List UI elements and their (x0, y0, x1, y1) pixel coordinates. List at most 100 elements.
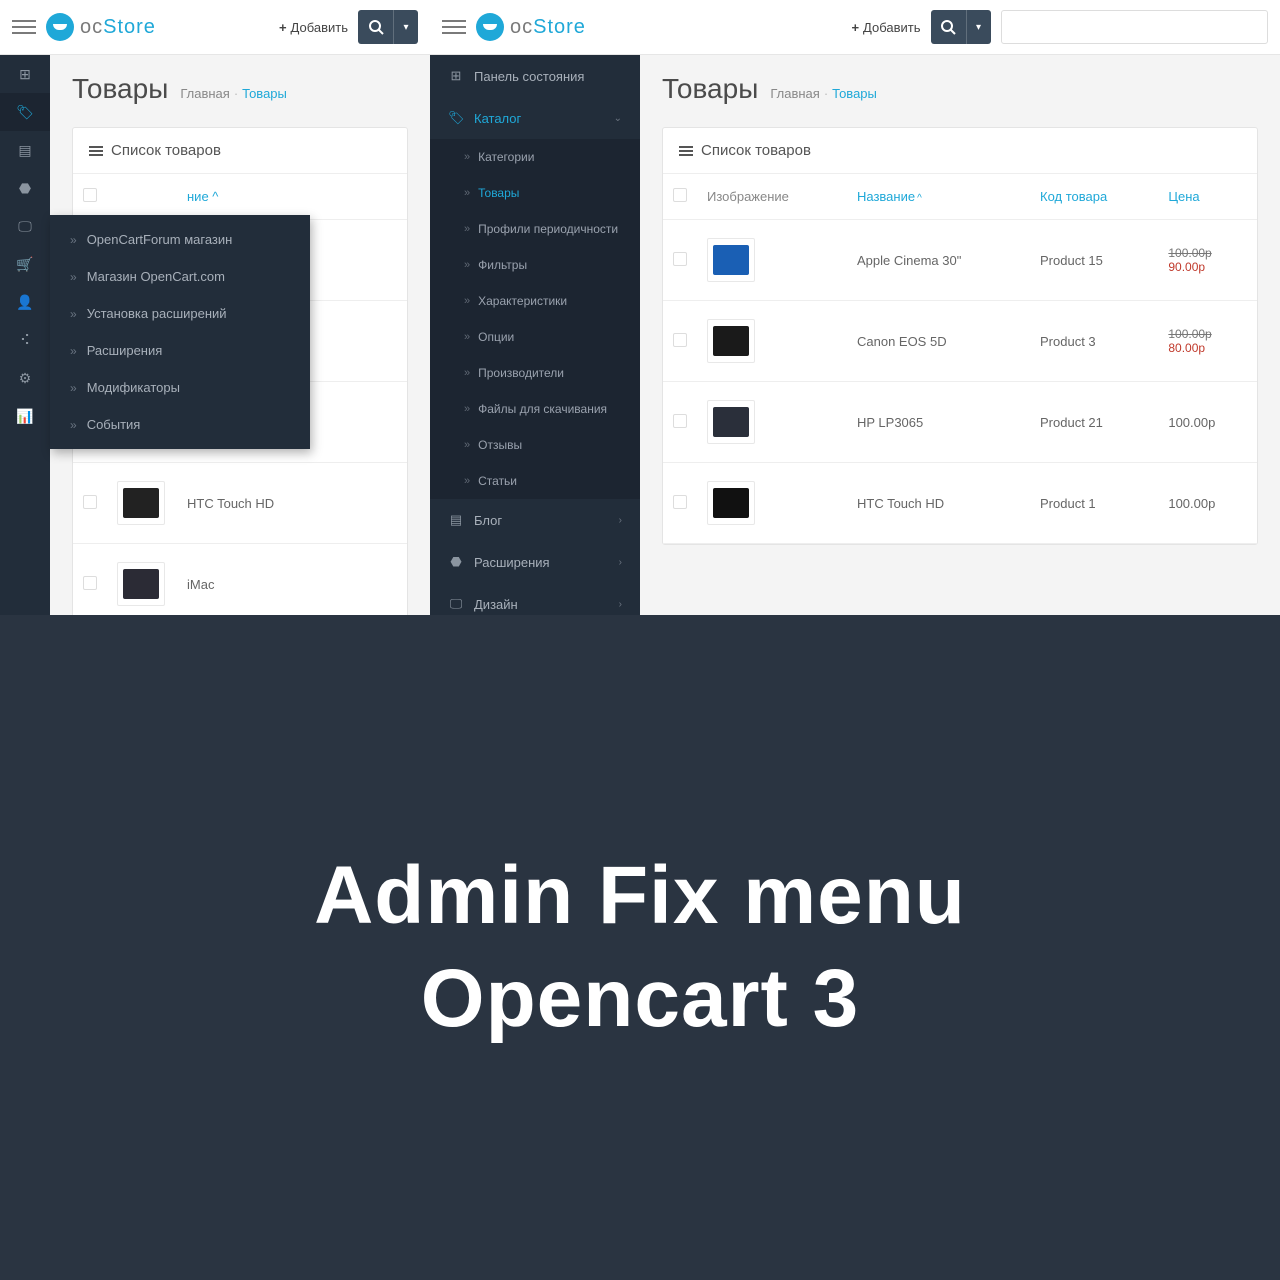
product-model: Product 21 (1030, 382, 1158, 463)
page-title: Товары (662, 73, 758, 105)
topbar-right: ocStore +Добавить ▾ (430, 0, 1280, 55)
checkbox[interactable] (83, 576, 97, 590)
product-price: 100.00р (1158, 382, 1257, 463)
col-model[interactable]: Код товара (1030, 174, 1158, 220)
flyout-item[interactable]: OpenCartForum магазин (50, 221, 310, 258)
table-row: iMac (73, 544, 407, 616)
banner-title: Admin Fix menuOpencart 3 (314, 845, 966, 1050)
crumb-current[interactable]: Товары (832, 86, 877, 101)
table-row: HP LP3065 Product 21 100.00р (663, 382, 1257, 463)
nav-reports-icon[interactable]: 📊 (0, 397, 50, 435)
nav-dashboard[interactable]: ⊞Панель состояния (430, 55, 640, 97)
search-input[interactable] (1001, 10, 1269, 44)
list-title: Список товаров (701, 142, 811, 159)
nav-design[interactable]: 🖵Дизайн› (430, 583, 640, 615)
screenshot-left: ocStore +Добавить ▾ ⊞ 🏷 ▤ ⬣ 🖵 🛒 👤 ⠪ ⚙ 📊 (0, 0, 430, 615)
main-content: Товары Главная·Товары Список товаров (50, 55, 430, 615)
table-row: HTC Touch HD Product 1 100.00р (663, 463, 1257, 544)
product-price: 100.00р90.00р (1158, 220, 1257, 301)
iconbar: ⊞ 🏷 ▤ ⬣ 🖵 🛒 👤 ⠪ ⚙ 📊 (0, 55, 50, 615)
table-row: Apple Cinema 30" Product 15 100.00р90.00… (663, 220, 1257, 301)
sidenav-subitem[interactable]: Категории (430, 139, 640, 175)
sidenav-subitem[interactable]: Фильтры (430, 247, 640, 283)
search-button[interactable]: ▾ (358, 10, 418, 44)
breadcrumb: Главная·Товары (770, 86, 877, 101)
crumb-home[interactable]: Главная (180, 86, 229, 101)
product-thumb (707, 481, 755, 525)
sidenav-subitem[interactable]: Товары (430, 175, 640, 211)
table-row: HTC Touch HD (73, 463, 407, 544)
product-name: Canon EOS 5D (847, 301, 1030, 382)
flyout-item[interactable]: Расширения (50, 332, 310, 369)
logo-icon (476, 13, 504, 41)
nav-extensions-icon[interactable]: ⬣ (0, 169, 50, 207)
product-model: Product 1 (1030, 463, 1158, 544)
sidenav-subitem[interactable]: Характеристики (430, 283, 640, 319)
product-thumb (707, 319, 755, 363)
nav-share-icon[interactable]: ⠪ (0, 321, 50, 359)
list-title: Список товаров (111, 142, 221, 159)
logo[interactable]: ocStore (476, 13, 586, 41)
nav-catalog[interactable]: 🏷Каталог⌄ (430, 97, 640, 139)
product-model: Product 3 (1030, 301, 1158, 382)
flyout-item[interactable]: События (50, 406, 310, 443)
table-row: Canon EOS 5D Product 3 100.00р80.00р (663, 301, 1257, 382)
list-card: Список товаров Изображение Название^ Код… (662, 127, 1258, 545)
col-name[interactable]: Название^ (847, 174, 1030, 220)
crumb-current[interactable]: Товары (242, 86, 287, 101)
nav-settings-icon[interactable]: ⚙ (0, 359, 50, 397)
nav-design-icon[interactable]: 🖵 (0, 207, 50, 245)
crumb-home[interactable]: Главная (770, 86, 819, 101)
checkbox[interactable] (83, 495, 97, 509)
nav-sales-icon[interactable]: 🛒 (0, 245, 50, 283)
banner: Admin Fix menuOpencart 3 (0, 615, 1280, 1280)
sidenav-subitem[interactable]: Профили периодичности (430, 211, 640, 247)
add-button[interactable]: +Добавить (279, 20, 348, 35)
col-price[interactable]: Цена (1158, 174, 1257, 220)
add-button[interactable]: +Добавить (851, 20, 920, 35)
checkbox[interactable] (673, 333, 687, 347)
breadcrumb: Главная·Товары (180, 86, 287, 101)
product-thumb (117, 562, 165, 606)
checkbox[interactable] (673, 252, 687, 266)
nav-extensions[interactable]: ⬣Расширения› (430, 541, 640, 583)
nav-dashboard-icon[interactable]: ⊞ (0, 55, 50, 93)
product-name: iMac (177, 544, 407, 616)
logo[interactable]: ocStore (46, 13, 156, 41)
checkbox[interactable] (673, 495, 687, 509)
checkbox[interactable] (673, 414, 687, 428)
product-thumb (707, 238, 755, 282)
caret-down-icon: ▾ (967, 10, 991, 44)
main-content-right: Товары Главная·Товары Список товаров Изо… (640, 55, 1280, 615)
page-title: Товары (72, 73, 168, 105)
product-name: HTC Touch HD (177, 463, 407, 544)
search-icon (368, 19, 384, 35)
sidenav-subitem[interactable]: Опции (430, 319, 640, 355)
nav-book-icon[interactable]: ▤ (0, 131, 50, 169)
checkbox-all[interactable] (83, 188, 97, 202)
product-name: HTC Touch HD (847, 463, 1030, 544)
search-icon (940, 19, 956, 35)
col-name-peek[interactable]: ние ^ (177, 174, 407, 220)
flyout-item[interactable]: Установка расширений (50, 295, 310, 332)
flyout-item[interactable]: Модификаторы (50, 369, 310, 406)
sidenav-subitem[interactable]: Производители (430, 355, 640, 391)
flyout-item[interactable]: Магазин OpenCart.com (50, 258, 310, 295)
sidenav-subitem[interactable]: Отзывы (430, 427, 640, 463)
nav-users-icon[interactable]: 👤 (0, 283, 50, 321)
hamburger-icon[interactable] (442, 15, 466, 39)
checkbox-all[interactable] (673, 188, 687, 202)
list-icon (89, 146, 103, 156)
product-price: 100.00р80.00р (1158, 301, 1257, 382)
product-thumb (707, 400, 755, 444)
nav-blog[interactable]: ▤Блог› (430, 499, 640, 541)
sidenav-subitem[interactable]: Статьи (430, 463, 640, 499)
product-model: Product 15 (1030, 220, 1158, 301)
product-name: Apple Cinema 30" (847, 220, 1030, 301)
hamburger-icon[interactable] (12, 15, 36, 39)
search-button[interactable]: ▾ (931, 10, 991, 44)
nav-catalog-icon[interactable]: 🏷 (0, 93, 50, 131)
topbar: ocStore +Добавить ▾ (0, 0, 430, 55)
col-image: Изображение (697, 174, 847, 220)
sidenav-subitem[interactable]: Файлы для скачивания (430, 391, 640, 427)
